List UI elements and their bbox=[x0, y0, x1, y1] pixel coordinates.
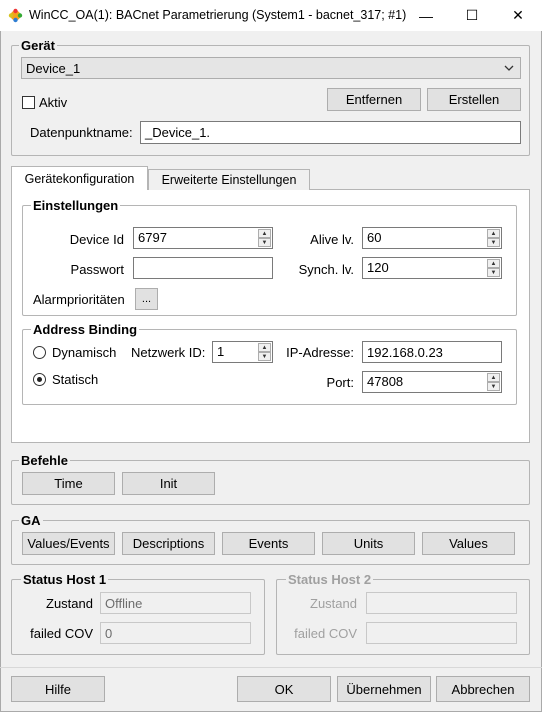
apply-button[interactable]: Übernehmen bbox=[337, 676, 431, 702]
ok-button[interactable]: OK bbox=[237, 676, 331, 702]
status-host-2-title: Status Host 2 bbox=[286, 572, 374, 587]
device-id-label: Device Id bbox=[69, 232, 124, 247]
datapoint-field[interactable]: _Device_1. bbox=[140, 121, 521, 144]
cancel-button[interactable]: Abbrechen bbox=[436, 676, 530, 702]
device-id-value: 6797 bbox=[138, 230, 167, 245]
window-title: WinCC_OA(1): BACnet Parametrierung (Syst… bbox=[29, 8, 407, 22]
static-label: Statisch bbox=[52, 372, 99, 387]
befehle-group-title: Befehle bbox=[19, 453, 70, 468]
failed-cov-1-label: failed COV bbox=[30, 626, 93, 641]
device-select[interactable]: Device_1 bbox=[21, 57, 521, 79]
aktiv-label: Aktiv bbox=[39, 95, 68, 110]
network-id-spinbox[interactable]: 1 ▲ ▼ bbox=[212, 341, 273, 363]
close-button[interactable]: ✕ bbox=[495, 0, 541, 31]
synch-level-label: Synch. lv. bbox=[298, 262, 354, 277]
port-label: Port: bbox=[326, 375, 354, 390]
password-label: Passwort bbox=[70, 262, 124, 277]
app-icon bbox=[8, 8, 23, 23]
synch-level-spinbox[interactable]: 120 ▲ ▼ bbox=[362, 257, 502, 279]
footer-divider bbox=[0, 667, 542, 668]
zustand-2-label: Zustand bbox=[310, 596, 357, 611]
zustand-2-field bbox=[366, 592, 517, 614]
einstellungen-group-title: Einstellungen bbox=[31, 198, 121, 213]
failed-cov-2-label: failed COV bbox=[294, 626, 357, 641]
minimize-button[interactable]: — bbox=[403, 0, 449, 31]
spin-up-icon[interactable]: ▲ bbox=[258, 343, 271, 352]
status-host-1-title: Status Host 1 bbox=[21, 572, 109, 587]
spin-down-icon[interactable]: ▼ bbox=[487, 238, 500, 247]
alive-level-value: 60 bbox=[367, 230, 382, 245]
values-events-button[interactable]: Values/Events bbox=[22, 532, 115, 555]
help-button[interactable]: Hilfe bbox=[11, 676, 105, 702]
spin-down-icon[interactable]: ▼ bbox=[258, 352, 271, 361]
remove-device-button[interactable]: Entfernen bbox=[327, 88, 421, 111]
geraet-group-title: Gerät bbox=[19, 38, 57, 53]
dynamic-radio[interactable] bbox=[33, 346, 46, 359]
tab-geraetekonfiguration[interactable]: Gerätekonfiguration bbox=[11, 166, 148, 190]
failed-cov-1-field: 0 bbox=[100, 622, 251, 644]
password-field[interactable] bbox=[133, 257, 273, 279]
zustand-1-field: Offline bbox=[100, 592, 251, 614]
spin-up-icon[interactable]: ▲ bbox=[487, 229, 500, 238]
device-id-spinbox[interactable]: 6797 ▲ ▼ bbox=[133, 227, 273, 249]
port-value: 47808 bbox=[367, 374, 404, 389]
tab-erweiterte-einstellungen[interactable]: Erweiterte Einstellungen bbox=[148, 169, 310, 190]
device-select-value: Device_1 bbox=[26, 60, 81, 76]
time-button[interactable]: Time bbox=[22, 472, 115, 495]
ip-address-field[interactable]: 192.168.0.23 bbox=[362, 341, 502, 363]
static-radio[interactable] bbox=[33, 373, 46, 386]
descriptions-button[interactable]: Descriptions bbox=[122, 532, 215, 555]
aktiv-checkbox[interactable] bbox=[22, 96, 35, 109]
spin-up-icon[interactable]: ▲ bbox=[258, 229, 271, 238]
alarm-priorities-button[interactable]: ... bbox=[135, 288, 158, 310]
network-id-value: 1 bbox=[217, 344, 225, 359]
failed-cov-2-field bbox=[366, 622, 517, 644]
spin-up-icon[interactable]: ▲ bbox=[487, 259, 500, 268]
alive-level-label: Alive lv. bbox=[310, 232, 354, 247]
units-button[interactable]: Units bbox=[322, 532, 415, 555]
spin-down-icon[interactable]: ▼ bbox=[258, 238, 271, 247]
address-binding-group-title: Address Binding bbox=[31, 322, 140, 337]
spin-down-icon[interactable]: ▼ bbox=[487, 268, 500, 277]
alarm-priorities-label: Alarmprioritäten bbox=[33, 292, 125, 307]
alive-level-spinbox[interactable]: 60 ▲ ▼ bbox=[362, 227, 502, 249]
network-id-label: Netzwerk ID: bbox=[131, 345, 206, 360]
events-button[interactable]: Events bbox=[222, 532, 315, 555]
spin-down-icon[interactable]: ▼ bbox=[487, 382, 500, 391]
chevron-down-icon bbox=[504, 65, 514, 71]
port-spinbox[interactable]: 47808 ▲ ▼ bbox=[362, 371, 502, 393]
datapoint-label: Datenpunktname: bbox=[30, 125, 133, 140]
spin-up-icon[interactable]: ▲ bbox=[487, 373, 500, 382]
create-device-button[interactable]: Erstellen bbox=[427, 88, 521, 111]
ga-group-title: GA bbox=[19, 513, 43, 528]
maximize-button[interactable]: ☐ bbox=[449, 0, 495, 31]
init-button[interactable]: Init bbox=[122, 472, 215, 495]
dynamic-label: Dynamisch bbox=[52, 345, 117, 360]
synch-level-value: 120 bbox=[367, 260, 389, 275]
zustand-1-label: Zustand bbox=[46, 596, 93, 611]
values-button[interactable]: Values bbox=[422, 532, 515, 555]
ip-address-label: IP-Adresse: bbox=[286, 345, 354, 360]
